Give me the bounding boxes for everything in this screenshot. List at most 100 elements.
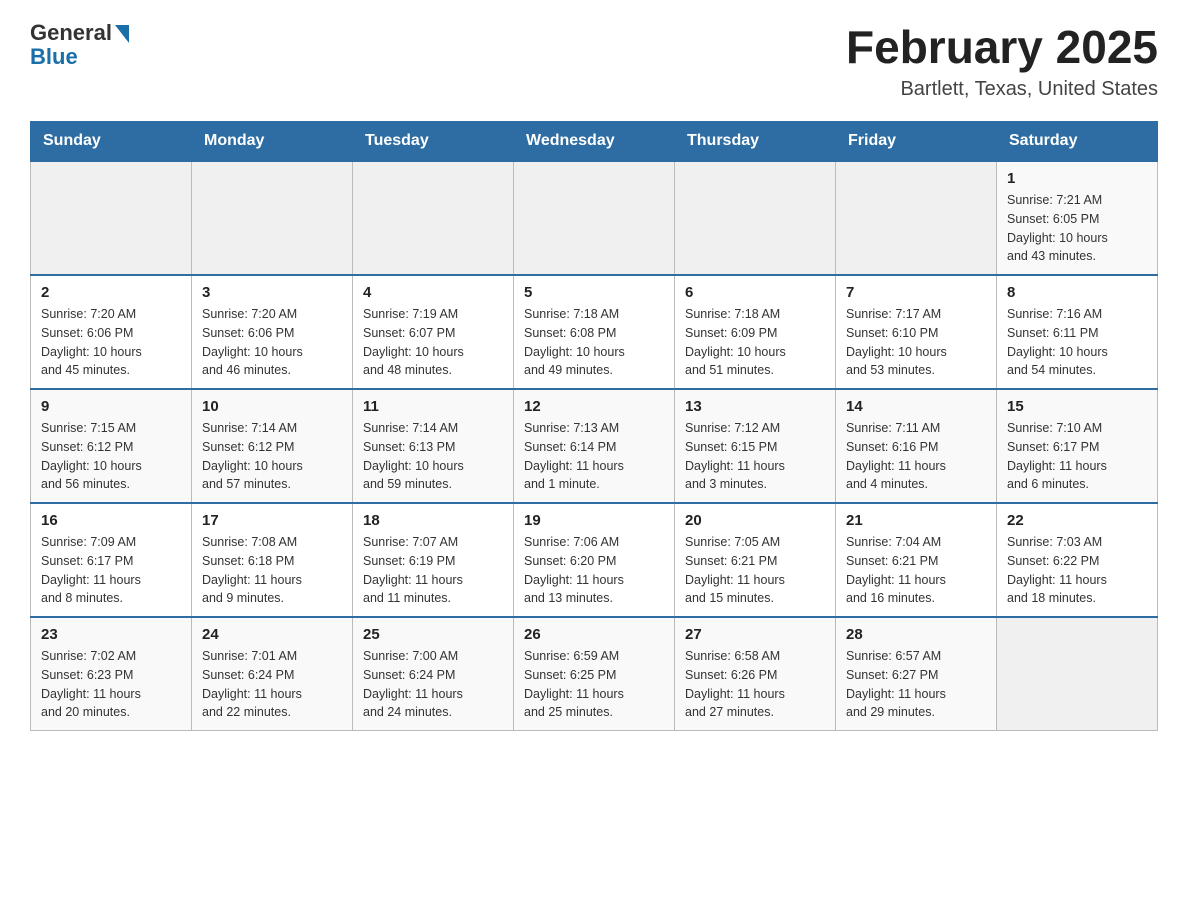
calendar-cell: 7 Sunrise: 7:17 AMSunset: 6:10 PMDaylight… bbox=[836, 275, 997, 389]
day-number: 1 bbox=[1007, 170, 1147, 187]
calendar-cell: 26 Sunrise: 6:59 AMSunset: 6:25 PMDayligh… bbox=[514, 617, 675, 731]
day-info: Sunrise: 7:19 AMSunset: 6:07 PMDaylight:… bbox=[363, 305, 503, 380]
calendar-cell: 19 Sunrise: 7:06 AMSunset: 6:20 PMDayligh… bbox=[514, 503, 675, 617]
calendar-week-row: 1 Sunrise: 7:21 AMSunset: 6:05 PMDaylight… bbox=[31, 161, 1158, 275]
day-info: Sunrise: 7:13 AMSunset: 6:14 PMDaylight:… bbox=[524, 419, 664, 494]
day-info: Sunrise: 7:15 AMSunset: 6:12 PMDaylight:… bbox=[41, 419, 181, 494]
day-info: Sunrise: 7:10 AMSunset: 6:17 PMDaylight:… bbox=[1007, 419, 1147, 494]
calendar-cell: 20 Sunrise: 7:05 AMSunset: 6:21 PMDayligh… bbox=[675, 503, 836, 617]
day-number: 22 bbox=[1007, 512, 1147, 529]
day-number: 7 bbox=[846, 284, 986, 301]
day-info: Sunrise: 7:03 AMSunset: 6:22 PMDaylight:… bbox=[1007, 533, 1147, 608]
day-number: 17 bbox=[202, 512, 342, 529]
calendar-cell: 22 Sunrise: 7:03 AMSunset: 6:22 PMDayligh… bbox=[997, 503, 1158, 617]
calendar-cell: 4 Sunrise: 7:19 AMSunset: 6:07 PMDaylight… bbox=[353, 275, 514, 389]
day-number: 15 bbox=[1007, 398, 1147, 415]
calendar-cell bbox=[836, 161, 997, 275]
calendar-cell: 17 Sunrise: 7:08 AMSunset: 6:18 PMDayligh… bbox=[192, 503, 353, 617]
calendar-cell: 16 Sunrise: 7:09 AMSunset: 6:17 PMDayligh… bbox=[31, 503, 192, 617]
day-info: Sunrise: 7:18 AMSunset: 6:08 PMDaylight:… bbox=[524, 305, 664, 380]
day-info: Sunrise: 7:17 AMSunset: 6:10 PMDaylight:… bbox=[846, 305, 986, 380]
day-info: Sunrise: 7:09 AMSunset: 6:17 PMDaylight:… bbox=[41, 533, 181, 608]
day-number: 21 bbox=[846, 512, 986, 529]
calendar-cell: 27 Sunrise: 6:58 AMSunset: 6:26 PMDayligh… bbox=[675, 617, 836, 731]
calendar-cell: 9 Sunrise: 7:15 AMSunset: 6:12 PMDaylight… bbox=[31, 389, 192, 503]
calendar-cell: 21 Sunrise: 7:04 AMSunset: 6:21 PMDayligh… bbox=[836, 503, 997, 617]
day-number: 11 bbox=[363, 398, 503, 415]
title-section: February 2025 Bartlett, Texas, United St… bbox=[846, 20, 1158, 101]
calendar-cell: 25Sunrise: 7:00 AMSunset: 6:24 PMDayligh… bbox=[353, 617, 514, 731]
calendar-cell: 6Sunrise: 7:18 AMSunset: 6:09 PMDaylight… bbox=[675, 275, 836, 389]
calendar-week-row: 9 Sunrise: 7:15 AMSunset: 6:12 PMDaylight… bbox=[31, 389, 1158, 503]
day-number: 4 bbox=[363, 284, 503, 301]
calendar-cell: 11 Sunrise: 7:14 AMSunset: 6:13 PMDayligh… bbox=[353, 389, 514, 503]
calendar-week-row: 23Sunrise: 7:02 AMSunset: 6:23 PMDayligh… bbox=[31, 617, 1158, 731]
day-info: Sunrise: 7:04 AMSunset: 6:21 PMDaylight:… bbox=[846, 533, 986, 608]
calendar-cell: 28 Sunrise: 6:57 AMSunset: 6:27 PMDayligh… bbox=[836, 617, 997, 731]
day-info: Sunrise: 7:14 AMSunset: 6:13 PMDaylight:… bbox=[363, 419, 503, 494]
day-number: 12 bbox=[524, 398, 664, 415]
calendar-cell bbox=[353, 161, 514, 275]
calendar-day-header: Wednesday bbox=[514, 122, 675, 162]
calendar-cell: 12 Sunrise: 7:13 AMSunset: 6:14 PMDayligh… bbox=[514, 389, 675, 503]
calendar-cell: 1 Sunrise: 7:21 AMSunset: 6:05 PMDaylight… bbox=[997, 161, 1158, 275]
calendar-cell bbox=[31, 161, 192, 275]
day-info: Sunrise: 7:08 AMSunset: 6:18 PMDaylight:… bbox=[202, 533, 342, 608]
calendar-cell: 8 Sunrise: 7:16 AMSunset: 6:11 PMDaylight… bbox=[997, 275, 1158, 389]
day-number: 10 bbox=[202, 398, 342, 415]
day-number: 9 bbox=[41, 398, 181, 415]
day-number: 24 bbox=[202, 626, 342, 643]
day-info: Sunrise: 7:14 AMSunset: 6:12 PMDaylight:… bbox=[202, 419, 342, 494]
day-info: Sunrise: 7:07 AMSunset: 6:19 PMDaylight:… bbox=[363, 533, 503, 608]
calendar-cell: 24 Sunrise: 7:01 AMSunset: 6:24 PMDayligh… bbox=[192, 617, 353, 731]
day-info: Sunrise: 7:20 AMSunset: 6:06 PMDaylight:… bbox=[202, 305, 342, 380]
logo-arrow-icon bbox=[115, 25, 129, 43]
day-number: 16 bbox=[41, 512, 181, 529]
day-info: Sunrise: 7:12 AMSunset: 6:15 PMDaylight:… bbox=[685, 419, 825, 494]
calendar-day-header: Sunday bbox=[31, 122, 192, 162]
day-info: Sunrise: 7:05 AMSunset: 6:21 PMDaylight:… bbox=[685, 533, 825, 608]
day-number: 14 bbox=[846, 398, 986, 415]
calendar-day-header: Tuesday bbox=[353, 122, 514, 162]
calendar-cell bbox=[997, 617, 1158, 731]
day-info: Sunrise: 7:18 AMSunset: 6:09 PMDaylight:… bbox=[685, 305, 825, 380]
day-number: 5 bbox=[524, 284, 664, 301]
day-number: 19 bbox=[524, 512, 664, 529]
calendar-cell bbox=[514, 161, 675, 275]
day-info: Sunrise: 6:57 AMSunset: 6:27 PMDaylight:… bbox=[846, 647, 986, 722]
calendar-header-row: SundayMondayTuesdayWednesdayThursdayFrid… bbox=[31, 122, 1158, 162]
day-number: 26 bbox=[524, 626, 664, 643]
calendar-table: SundayMondayTuesdayWednesdayThursdayFrid… bbox=[30, 121, 1158, 731]
logo-general-text: General bbox=[30, 20, 112, 46]
day-info: Sunrise: 7:16 AMSunset: 6:11 PMDaylight:… bbox=[1007, 305, 1147, 380]
calendar-day-header: Saturday bbox=[997, 122, 1158, 162]
day-info: Sunrise: 7:01 AMSunset: 6:24 PMDaylight:… bbox=[202, 647, 342, 722]
day-number: 27 bbox=[685, 626, 825, 643]
day-info: Sunrise: 7:20 AMSunset: 6:06 PMDaylight:… bbox=[41, 305, 181, 380]
day-number: 18 bbox=[363, 512, 503, 529]
page-header: General Blue February 2025 Bartlett, Tex… bbox=[30, 20, 1158, 101]
calendar-cell: 13Sunrise: 7:12 AMSunset: 6:15 PMDayligh… bbox=[675, 389, 836, 503]
logo-blue-text: Blue bbox=[30, 44, 78, 70]
logo: General Blue bbox=[30, 20, 129, 70]
calendar-cell: 18 Sunrise: 7:07 AMSunset: 6:19 PMDayligh… bbox=[353, 503, 514, 617]
day-number: 2 bbox=[41, 284, 181, 301]
day-info: Sunrise: 6:58 AMSunset: 6:26 PMDaylight:… bbox=[685, 647, 825, 722]
day-info: Sunrise: 7:06 AMSunset: 6:20 PMDaylight:… bbox=[524, 533, 664, 608]
day-info: Sunrise: 6:59 AMSunset: 6:25 PMDaylight:… bbox=[524, 647, 664, 722]
calendar-cell bbox=[675, 161, 836, 275]
day-number: 28 bbox=[846, 626, 986, 643]
calendar-day-header: Thursday bbox=[675, 122, 836, 162]
day-number: 23 bbox=[41, 626, 181, 643]
calendar-day-header: Friday bbox=[836, 122, 997, 162]
day-number: 8 bbox=[1007, 284, 1147, 301]
day-number: 25 bbox=[363, 626, 503, 643]
calendar-week-row: 16 Sunrise: 7:09 AMSunset: 6:17 PMDayligh… bbox=[31, 503, 1158, 617]
day-info: Sunrise: 7:11 AMSunset: 6:16 PMDaylight:… bbox=[846, 419, 986, 494]
location-title: Bartlett, Texas, United States bbox=[846, 78, 1158, 101]
day-info: Sunrise: 7:21 AMSunset: 6:05 PMDaylight:… bbox=[1007, 191, 1147, 266]
day-number: 20 bbox=[685, 512, 825, 529]
calendar-cell: 23Sunrise: 7:02 AMSunset: 6:23 PMDayligh… bbox=[31, 617, 192, 731]
calendar-day-header: Monday bbox=[192, 122, 353, 162]
calendar-cell: 5 Sunrise: 7:18 AMSunset: 6:08 PMDaylight… bbox=[514, 275, 675, 389]
